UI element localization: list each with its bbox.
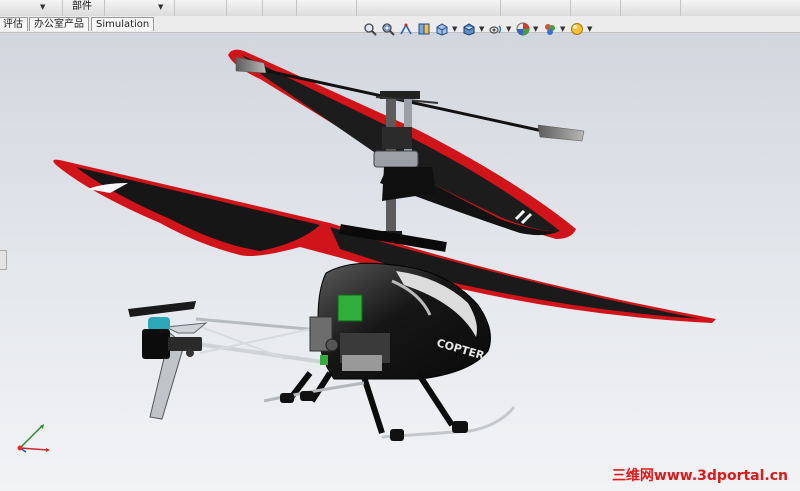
ribbon-cell[interactable] (226, 0, 263, 16)
ribbon-cell[interactable]: ▼ (104, 0, 175, 16)
command-ribbon: ▼ 部件 ▼ (0, 0, 800, 17)
tab-office-products[interactable]: 办公室产品 (29, 17, 89, 31)
ribbon-cell[interactable] (174, 0, 227, 16)
tab-simulation[interactable]: Simulation (91, 17, 155, 31)
tab-evaluate[interactable]: 评估 (0, 17, 28, 31)
ribbon-cell[interactable]: ▼ (0, 0, 63, 16)
chevron-down-icon[interactable]: ▼ (506, 25, 513, 33)
graphics-area[interactable]: COPTER (0, 33, 800, 491)
ribbon-cell[interactable] (620, 0, 681, 16)
ribbon-cell[interactable] (450, 0, 501, 16)
ribbon-cell[interactable] (296, 0, 357, 16)
site-watermark: 三维网www.3dportal.cn (611, 468, 788, 484)
chevron-down-icon[interactable]: ▼ (587, 25, 594, 33)
landing-gear[interactable] (263, 371, 516, 441)
ribbon-group-assembly[interactable]: 部件 (62, 0, 105, 16)
ribbon-cell[interactable] (500, 0, 571, 16)
ribbon-cell[interactable] (570, 0, 621, 16)
chevron-down-icon[interactable]: ▼ (479, 25, 486, 33)
ribbon-cell[interactable] (262, 0, 297, 16)
dropdown-arrow-icon[interactable]: ▼ (40, 3, 45, 11)
reference-triad (17, 424, 50, 453)
ribbon-group-label: 部件 (72, 1, 92, 12)
chevron-down-icon[interactable]: ▼ (452, 25, 459, 33)
dropdown-arrow-icon[interactable]: ▼ (158, 3, 163, 11)
tail-assembly[interactable] (128, 301, 331, 420)
chevron-down-icon[interactable]: ▼ (533, 25, 540, 33)
chevron-down-icon[interactable]: ▼ (560, 25, 567, 33)
